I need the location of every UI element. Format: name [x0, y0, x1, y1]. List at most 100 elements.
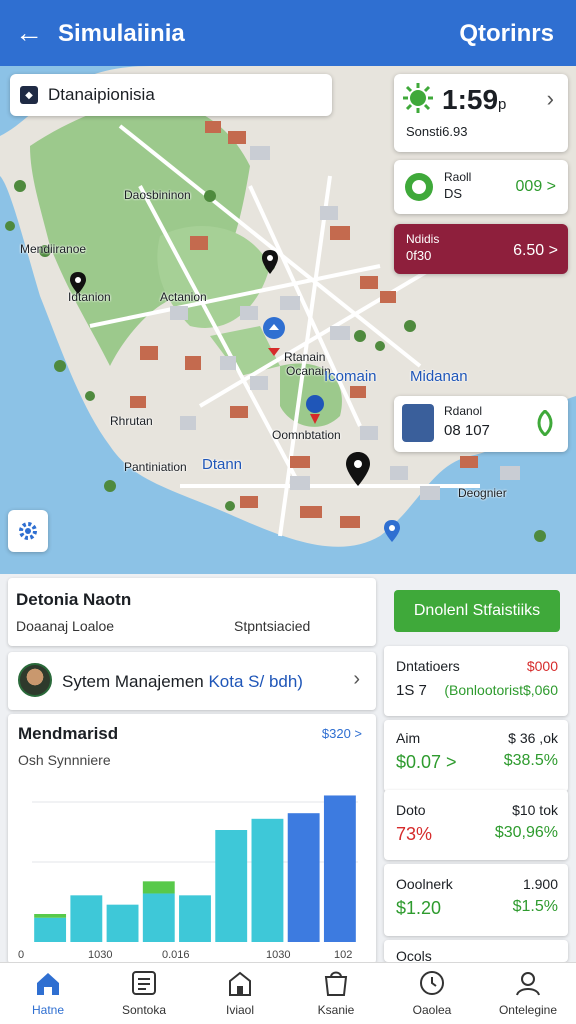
map-label: Mendiiranoe [20, 242, 87, 256]
list-icon [132, 971, 156, 995]
home-icon [37, 973, 59, 995]
clock-icon [420, 971, 444, 995]
nav-item-bag[interactable]: Ksanie [288, 963, 384, 1024]
time-card[interactable]: 1:59p Sonsti6.93 › [394, 74, 568, 152]
rank-sub-label: DS [444, 186, 463, 201]
search-value: Dtanaipionisia [48, 85, 155, 104]
location-pin-icon[interactable] [346, 452, 370, 486]
alert-sub-label: 0f30 [406, 248, 432, 263]
location-pin-icon[interactable] [262, 316, 286, 356]
map-label: Actanion [160, 290, 207, 304]
chevron-right-icon: › [546, 86, 554, 111]
bar-chart: 0 1030 0.016 1030 102 [18, 795, 358, 961]
alert-card[interactable]: Ndidis 0f30 6.50 > [394, 224, 568, 274]
domain-map-label: Icomain [324, 368, 377, 385]
thumbnail-image [402, 404, 434, 442]
domain-card[interactable]: Rdanol 08 107 [394, 396, 568, 452]
stat-card[interactable]: Dntatioers $000 1S 7 (Bonlootorist$,060 [384, 646, 568, 716]
domain-card-value: 08 107 [444, 422, 490, 439]
chart-bar-segment[interactable] [34, 914, 67, 918]
stat-card[interactable]: Ocols [384, 940, 568, 962]
person-icon [516, 972, 540, 996]
rank-label: Raoll [444, 170, 472, 184]
statistics-button[interactable]: Dnolenl Stfaistiiks [394, 590, 560, 632]
nav-item-list[interactable]: Sontoka [96, 963, 192, 1024]
user-name: Sytem Manajemen Kota S/ bdh) [62, 672, 303, 691]
location-pin-icon[interactable] [384, 520, 400, 542]
app-logo-icon: ◆ [20, 86, 38, 104]
chart-bar[interactable] [70, 895, 103, 942]
chart-bar[interactable] [179, 895, 211, 942]
map-label: Pantiniation [124, 460, 187, 474]
location-pin-icon[interactable] [262, 250, 278, 274]
stat-value: 1S 7 [396, 682, 427, 699]
nav-label: Oaolea [412, 1003, 452, 1017]
map-label: Dtann [202, 456, 243, 473]
chart-bar[interactable] [323, 795, 356, 942]
stat-right-label: 1.900 [522, 876, 558, 892]
nav-item-store[interactable]: Iviaol [192, 963, 288, 1024]
sun-icon [403, 83, 433, 113]
location-pin-icon[interactable] [70, 272, 86, 294]
stat-label: Ocols [396, 948, 432, 962]
avatar [18, 663, 52, 697]
stat-card[interactable]: Ooolnerk 1.900 $1.20 $1.5% [384, 864, 568, 936]
chart-panel: Mendmarisd Osh Synnniere $320 > 0 1030 0.0… [8, 714, 376, 964]
user-row[interactable]: Sytem Manajemen Kota S/ bdh) › [8, 652, 376, 710]
chart-bar[interactable] [287, 813, 320, 942]
stat-label: Doto [396, 802, 426, 818]
map-label: Oomnbtation [272, 428, 341, 442]
rank-card[interactable]: Raoll DS 009 > [394, 160, 568, 214]
chart-tick-label: 1030 [88, 949, 112, 961]
chevron-right-icon: › [353, 668, 360, 690]
header-action-button[interactable]: Qtorinrs [459, 20, 554, 48]
chart-bar[interactable] [215, 830, 248, 942]
stat-right-value: $38.5% [503, 752, 558, 769]
store-icon [229, 971, 251, 996]
nav-label: Ksanie [317, 1003, 355, 1017]
stat-value: $0.07 > [396, 752, 457, 772]
stat-right-label: $000 [526, 658, 558, 674]
stat-right-value: (Bonlootorist$,060 [444, 682, 558, 698]
time-sub-label: Sonsti6.93 [406, 124, 468, 139]
location-pin-icon[interactable] [304, 394, 326, 424]
stat-card[interactable]: Aim $ 36 ,ok $0.07 > $38.5% [384, 720, 568, 792]
nav-label: Sontoka [121, 1003, 167, 1017]
stat-right-value: $30,96% [494, 824, 558, 841]
map-label: Rtanain [284, 350, 326, 364]
chart-tick-label: 102 [334, 949, 352, 961]
stat-right-value: $1.5% [512, 898, 558, 915]
stat-value: $1.20 [396, 898, 442, 918]
nav-label: Ontelegine [498, 1003, 558, 1017]
leaf-icon [537, 410, 553, 436]
chart-tick-label: 0 [18, 949, 24, 961]
settings-button[interactable] [8, 510, 48, 552]
search-input[interactable]: ◆ Dtanaipionisia [10, 74, 332, 116]
chart-bar-segment[interactable] [142, 881, 175, 894]
nav-item-home[interactable]: Hatne [0, 963, 96, 1024]
map-label: Deognier [458, 486, 507, 500]
back-arrow-icon[interactable]: ← [12, 16, 46, 50]
detail-right-text: Stpntsiacied [234, 618, 311, 634]
stat-card[interactable]: Doto $10 tok 73% $30,96% [384, 790, 568, 860]
nav-item-clock[interactable]: Oaolea [384, 963, 480, 1024]
chart-bar[interactable] [142, 893, 175, 942]
stat-right-label: $ 36 ,ok [508, 730, 558, 746]
detail-panel: Detonia Naotn Doaanaj Loaloe Stpntsiacie… [8, 578, 376, 646]
stat-value: 73% [396, 824, 433, 844]
chart-tick-label: 1030 [266, 949, 290, 961]
chart-bar[interactable] [34, 917, 67, 942]
rank-value: 009 > [515, 178, 556, 195]
gear-icon [19, 522, 37, 540]
detail-left-text: Doaanaj Loaloe [16, 618, 115, 634]
chart-bar[interactable] [251, 818, 284, 942]
alert-label: Ndidis [406, 232, 440, 246]
nav-item-profile[interactable]: Ontelegine [480, 963, 576, 1024]
stat-label: Aim [396, 730, 421, 746]
app-title: Simulaiinia [58, 20, 185, 47]
stat-label: Ooolnerk [396, 876, 453, 892]
chart-bar[interactable] [106, 904, 139, 942]
midanan-map-label: Midanan [410, 368, 468, 385]
app-header: ← Simulaiinia Qtorinrs [0, 0, 576, 66]
chart-tick-label: 0.016 [162, 949, 190, 961]
